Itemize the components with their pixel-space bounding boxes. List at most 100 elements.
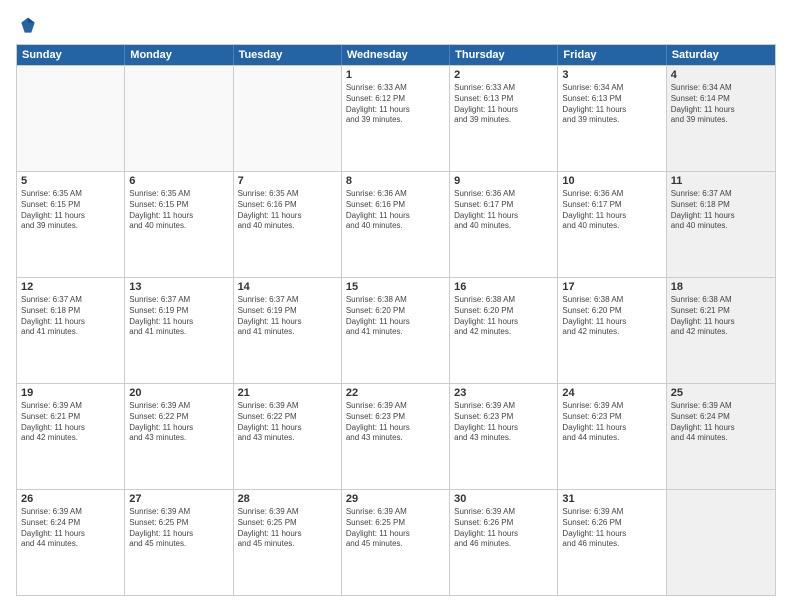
cal-cell-0-0 xyxy=(17,66,125,171)
day-info: Sunrise: 6:39 AM Sunset: 6:26 PM Dayligh… xyxy=(562,507,661,550)
cal-cell-2-3: 15Sunrise: 6:38 AM Sunset: 6:20 PM Dayli… xyxy=(342,278,450,383)
day-info: Sunrise: 6:34 AM Sunset: 6:14 PM Dayligh… xyxy=(671,83,771,126)
cal-cell-0-5: 3Sunrise: 6:34 AM Sunset: 6:13 PM Daylig… xyxy=(558,66,666,171)
cal-cell-4-5: 31 Sunrise: 6:39 AM Sunset: 6:26 PM Dayli… xyxy=(558,490,666,595)
cal-cell-4-6 xyxy=(667,490,775,595)
day-number: 18 xyxy=(671,281,771,293)
day-number: 10 xyxy=(562,175,661,187)
cal-cell-1-0: 5 Sunrise: 6:35 AM Sunset: 6:15 PM Daylig… xyxy=(17,172,125,277)
cal-cell-2-1: 13 Sunrise: 6:37 AM Sunset: 6:19 PM Dayli… xyxy=(125,278,233,383)
day-number: 2 xyxy=(454,69,553,81)
cal-cell-4-1: 27 Sunrise: 6:39 AM Sunset: 6:25 PM Dayli… xyxy=(125,490,233,595)
day-number: 17 xyxy=(562,281,661,293)
day-number: 26 xyxy=(21,493,120,505)
day-info: Sunrise: 6:39 AM Sunset: 6:26 PM Dayligh… xyxy=(454,507,553,550)
cal-cell-3-0: 19 Sunrise: 6:39 AM Sunset: 6:21 PM Dayli… xyxy=(17,384,125,489)
day-info: Sunrise: 6:35 AM Sunset: 6:15 PM Dayligh… xyxy=(129,189,228,232)
calendar: SundayMondayTuesdayWednesdayThursdayFrid… xyxy=(16,44,776,596)
day-number: 13 xyxy=(129,281,228,293)
cal-cell-4-3: 29Sunrise: 6:39 AM Sunset: 6:25 PM Dayli… xyxy=(342,490,450,595)
header-cell-tuesday: Tuesday xyxy=(234,45,342,65)
cal-cell-1-1: 6 Sunrise: 6:35 AM Sunset: 6:15 PM Daylig… xyxy=(125,172,233,277)
day-number: 5 xyxy=(21,175,120,187)
cal-cell-2-6: 18 Sunrise: 6:38 AM Sunset: 6:21 PM Dayli… xyxy=(667,278,775,383)
header-cell-thursday: Thursday xyxy=(450,45,558,65)
day-info: Sunrise: 6:34 AM Sunset: 6:13 PM Dayligh… xyxy=(562,83,661,126)
day-number: 19 xyxy=(21,387,120,399)
cal-cell-1-6: 11 Sunrise: 6:37 AM Sunset: 6:18 PM Dayli… xyxy=(667,172,775,277)
day-number: 9 xyxy=(454,175,553,187)
day-number: 8 xyxy=(346,175,445,187)
day-number: 22 xyxy=(346,387,445,399)
day-info: Sunrise: 6:39 AM Sunset: 6:21 PM Dayligh… xyxy=(21,401,120,444)
day-info: Sunrise: 6:36 AM Sunset: 6:17 PM Dayligh… xyxy=(562,189,661,232)
day-number: 16 xyxy=(454,281,553,293)
day-info: Sunrise: 6:39 AM Sunset: 6:23 PM Dayligh… xyxy=(454,401,553,444)
day-number: 30 xyxy=(454,493,553,505)
day-number: 7 xyxy=(238,175,337,187)
day-info: Sunrise: 6:37 AM Sunset: 6:18 PM Dayligh… xyxy=(671,189,771,232)
day-info: Sunrise: 6:39 AM Sunset: 6:24 PM Dayligh… xyxy=(671,401,771,444)
cal-cell-0-6: 4 Sunrise: 6:34 AM Sunset: 6:14 PM Daylig… xyxy=(667,66,775,171)
day-number: 28 xyxy=(238,493,337,505)
day-number: 12 xyxy=(21,281,120,293)
day-number: 11 xyxy=(671,175,771,187)
cal-cell-3-4: 23 Sunrise: 6:39 AM Sunset: 6:23 PM Dayli… xyxy=(450,384,558,489)
day-info: Sunrise: 6:38 AM Sunset: 6:20 PM Dayligh… xyxy=(454,295,553,338)
cal-cell-1-5: 10 Sunrise: 6:36 AM Sunset: 6:17 PM Dayli… xyxy=(558,172,666,277)
day-info: Sunrise: 6:38 AM Sunset: 6:21 PM Dayligh… xyxy=(671,295,771,338)
cal-cell-2-2: 14 Sunrise: 6:37 AM Sunset: 6:19 PM Dayli… xyxy=(234,278,342,383)
cal-cell-3-2: 21Sunrise: 6:39 AM Sunset: 6:22 PM Dayli… xyxy=(234,384,342,489)
day-number: 25 xyxy=(671,387,771,399)
week-row-2: 5 Sunrise: 6:35 AM Sunset: 6:15 PM Daylig… xyxy=(17,171,775,277)
day-info: Sunrise: 6:35 AM Sunset: 6:16 PM Dayligh… xyxy=(238,189,337,232)
cal-cell-3-1: 20Sunrise: 6:39 AM Sunset: 6:22 PM Dayli… xyxy=(125,384,233,489)
week-row-4: 19 Sunrise: 6:39 AM Sunset: 6:21 PM Dayli… xyxy=(17,383,775,489)
day-info: Sunrise: 6:39 AM Sunset: 6:25 PM Dayligh… xyxy=(346,507,445,550)
day-info: Sunrise: 6:39 AM Sunset: 6:25 PM Dayligh… xyxy=(129,507,228,550)
day-number: 1 xyxy=(346,69,445,81)
day-number: 23 xyxy=(454,387,553,399)
cal-cell-3-5: 24Sunrise: 6:39 AM Sunset: 6:23 PM Dayli… xyxy=(558,384,666,489)
cal-cell-0-2 xyxy=(234,66,342,171)
day-info: Sunrise: 6:36 AM Sunset: 6:17 PM Dayligh… xyxy=(454,189,553,232)
day-number: 6 xyxy=(129,175,228,187)
day-info: Sunrise: 6:33 AM Sunset: 6:13 PM Dayligh… xyxy=(454,83,553,126)
day-info: Sunrise: 6:38 AM Sunset: 6:20 PM Dayligh… xyxy=(562,295,661,338)
calendar-body: 1 Sunrise: 6:33 AM Sunset: 6:12 PM Daylig… xyxy=(17,65,775,595)
cal-cell-4-2: 28 Sunrise: 6:39 AM Sunset: 6:25 PM Dayli… xyxy=(234,490,342,595)
day-info: Sunrise: 6:37 AM Sunset: 6:19 PM Dayligh… xyxy=(238,295,337,338)
day-info: Sunrise: 6:39 AM Sunset: 6:22 PM Dayligh… xyxy=(238,401,337,444)
day-info: Sunrise: 6:39 AM Sunset: 6:23 PM Dayligh… xyxy=(346,401,445,444)
header-cell-monday: Monday xyxy=(125,45,233,65)
logo xyxy=(16,16,38,36)
cal-cell-0-3: 1 Sunrise: 6:33 AM Sunset: 6:12 PM Daylig… xyxy=(342,66,450,171)
day-info: Sunrise: 6:39 AM Sunset: 6:25 PM Dayligh… xyxy=(238,507,337,550)
day-info: Sunrise: 6:37 AM Sunset: 6:18 PM Dayligh… xyxy=(21,295,120,338)
cal-cell-1-4: 9 Sunrise: 6:36 AM Sunset: 6:17 PM Daylig… xyxy=(450,172,558,277)
day-info: Sunrise: 6:33 AM Sunset: 6:12 PM Dayligh… xyxy=(346,83,445,126)
day-number: 14 xyxy=(238,281,337,293)
day-info: Sunrise: 6:37 AM Sunset: 6:19 PM Dayligh… xyxy=(129,295,228,338)
cal-cell-4-0: 26 Sunrise: 6:39 AM Sunset: 6:24 PM Dayli… xyxy=(17,490,125,595)
week-row-3: 12 Sunrise: 6:37 AM Sunset: 6:18 PM Dayli… xyxy=(17,277,775,383)
header-cell-sunday: Sunday xyxy=(17,45,125,65)
day-info: Sunrise: 6:36 AM Sunset: 6:16 PM Dayligh… xyxy=(346,189,445,232)
day-number: 15 xyxy=(346,281,445,293)
day-number: 31 xyxy=(562,493,661,505)
logo-icon xyxy=(18,16,38,36)
header-cell-wednesday: Wednesday xyxy=(342,45,450,65)
header-cell-friday: Friday xyxy=(558,45,666,65)
cal-cell-3-3: 22 Sunrise: 6:39 AM Sunset: 6:23 PM Dayli… xyxy=(342,384,450,489)
week-row-5: 26 Sunrise: 6:39 AM Sunset: 6:24 PM Dayli… xyxy=(17,489,775,595)
day-info: Sunrise: 6:35 AM Sunset: 6:15 PM Dayligh… xyxy=(21,189,120,232)
day-number: 27 xyxy=(129,493,228,505)
day-number: 4 xyxy=(671,69,771,81)
cal-cell-0-1 xyxy=(125,66,233,171)
cal-cell-2-0: 12 Sunrise: 6:37 AM Sunset: 6:18 PM Dayli… xyxy=(17,278,125,383)
header-cell-saturday: Saturday xyxy=(667,45,775,65)
day-info: Sunrise: 6:39 AM Sunset: 6:22 PM Dayligh… xyxy=(129,401,228,444)
day-info: Sunrise: 6:39 AM Sunset: 6:23 PM Dayligh… xyxy=(562,401,661,444)
calendar-header-row: SundayMondayTuesdayWednesdayThursdayFrid… xyxy=(17,45,775,65)
day-info: Sunrise: 6:39 AM Sunset: 6:24 PM Dayligh… xyxy=(21,507,120,550)
